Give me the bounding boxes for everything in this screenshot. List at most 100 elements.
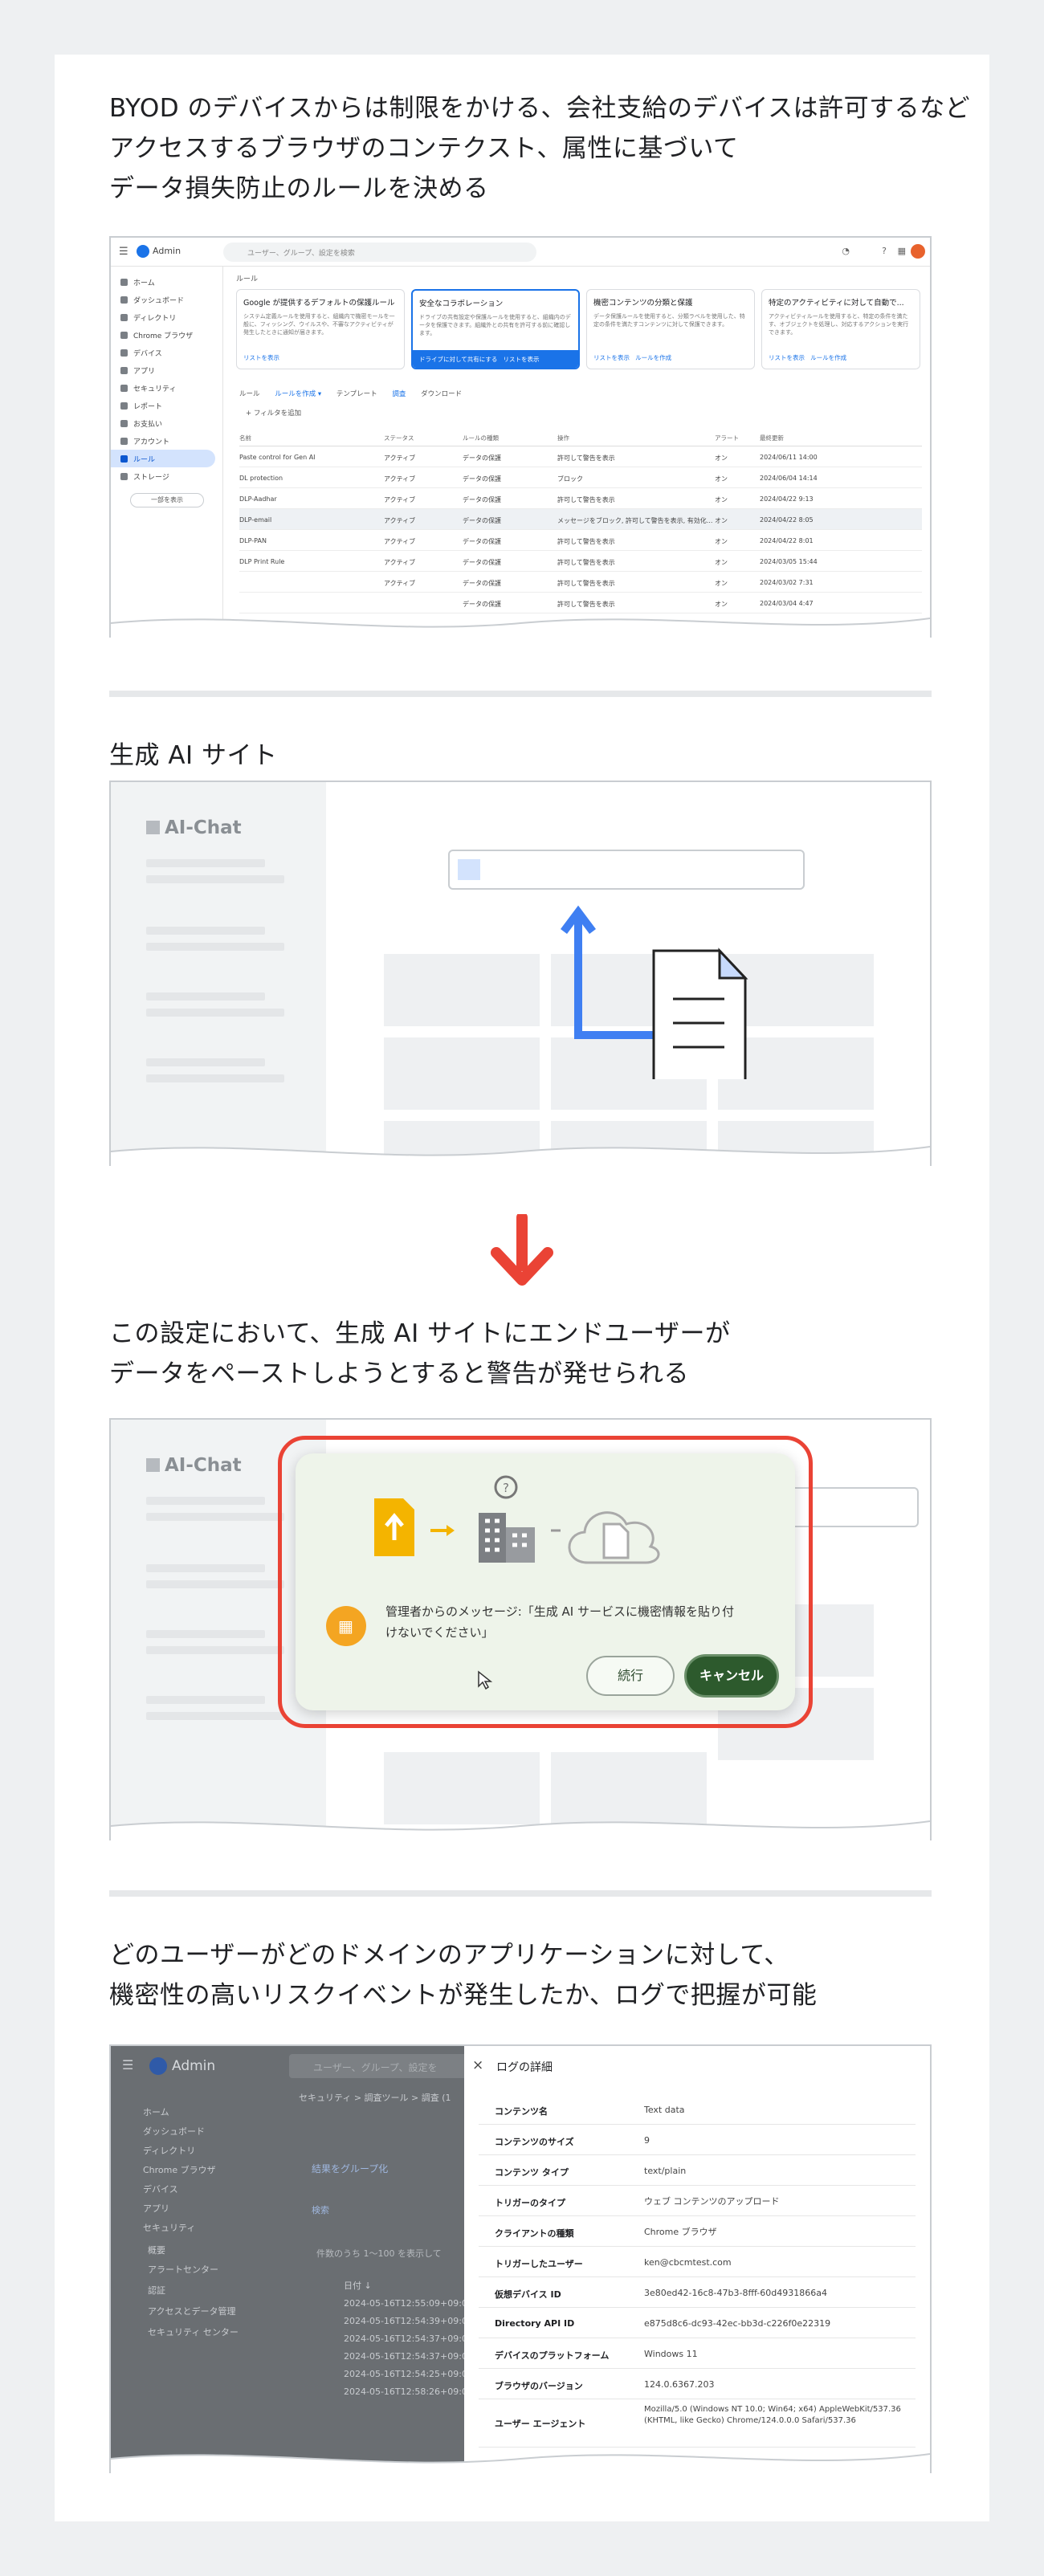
continue-button[interactable]: 続行 xyxy=(586,1656,675,1696)
section-divider xyxy=(109,691,932,697)
sidebar-item-account[interactable]: アカウント xyxy=(111,432,222,450)
table-row[interactable]: アクティブ データの保護 許可して警告を表示 オン 2024/03/02 7:31 xyxy=(239,572,922,593)
table-row[interactable]: DL protection アクティブ データの保護 ブロック オン 2024/06/04… xyxy=(239,467,922,488)
sidebar-item-security[interactable]: セキュリティ xyxy=(111,379,222,397)
collaboration-action-button[interactable]: ドライブに対して共有にする リストを表示 xyxy=(413,350,578,368)
file-upload-icon xyxy=(374,1498,414,1556)
chat-input[interactable] xyxy=(448,850,805,890)
help-icon[interactable]: ? xyxy=(882,246,887,256)
rule-card-collaboration[interactable]: 安全なコラボレーション ドライブの共有設定や保護ルールを使用すると、組織内のデー… xyxy=(411,289,580,369)
torn-edge xyxy=(111,1820,930,1840)
admin-logo-icon xyxy=(149,2057,167,2075)
admin-breadcrumb: ルール xyxy=(236,275,259,283)
dialog-message: 管理者からのメッセージ:「生成 AI サービスに機密情報を貼り付けないでください… xyxy=(385,1604,734,1640)
ai-chat-warning-screenshot: AI-Chat ? ▦ 管理者からのメッセージ:「生成 AI サービスに機密情報… xyxy=(109,1418,932,1840)
log-detail-row: 仮想デバイス ID 3e80ed42-16c8-47b3-8fff-60d4931… xyxy=(479,2277,916,2308)
log-detail-row: コンテンツ名 Text data xyxy=(479,2094,916,2125)
sidebar-item-storage[interactable]: ストレージ xyxy=(111,467,222,485)
table-row[interactable]: Paste control for Gen AI アクティブ データの保護 許可して警… xyxy=(239,446,922,467)
log-detail-row: クライアントの種類 Chrome ブラウザ xyxy=(479,2216,916,2247)
section-heading-genai-site: 生成 AI サイト xyxy=(109,741,278,770)
tab-create-rule[interactable]: ルールを作成 ▾ xyxy=(275,390,321,398)
log-breadcrumb: セキュリティ > 調査ツール > 調査 (1 xyxy=(299,2093,451,2103)
avatar[interactable] xyxy=(911,244,925,259)
tab-rules[interactable]: ルール xyxy=(239,390,260,398)
sidebar-item-home[interactable]: ホーム xyxy=(111,273,222,291)
log-detail-row: デバイスのプラットフォーム Windows 11 xyxy=(479,2338,916,2369)
table-row[interactable]: DLP-email アクティブ データの保護 メッセージをブロック, 許可して警告を表… xyxy=(239,509,922,530)
log-date: 2024-05-16T12:58:26+09:00 xyxy=(344,2386,473,2397)
log-date: 2024-05-16T12:54:37+09:00 xyxy=(344,2333,473,2344)
sidebar-item-reports[interactable]: レポート xyxy=(111,397,222,414)
bell-icon[interactable]: ◔ xyxy=(842,246,850,256)
section-heading-paste-warning: この設定において、生成 AI サイトにエンドユーザーが データをペーストしようと… xyxy=(109,1319,731,1388)
document-icon xyxy=(652,948,748,1079)
search-label: 検索 xyxy=(312,2205,329,2215)
sidebar-item-billing[interactable]: お支払い xyxy=(111,414,222,432)
section-heading-dlp-rules: BYOD のデバイスからは制限をかける、会社支給のデバイスは許可するなど アクセ… xyxy=(109,94,971,203)
section-heading-log: どのユーザーがどのドメインのアプリケーションに対して、 機密性の高いリスクイベン… xyxy=(109,1941,818,2010)
paste-warning-dialog: ? ▦ 管理者からのメッセージ:「生成 AI サービスに機密情報を貼り付けないで… xyxy=(296,1453,795,1710)
admin-logo-icon xyxy=(137,245,149,258)
sidebar-item-directory[interactable]: ディレクトリ xyxy=(111,308,222,326)
sidebar-more-button[interactable]: 一部を表示 xyxy=(130,493,204,507)
torn-edge xyxy=(111,618,930,638)
torn-edge xyxy=(111,2453,930,2473)
cloud-icon xyxy=(568,1511,660,1564)
ai-chat-logo: AI-Chat xyxy=(146,1455,242,1476)
section-divider xyxy=(109,1890,932,1897)
log-date: 2024-05-16T12:54:39+09:00 xyxy=(344,2316,473,2326)
close-icon[interactable]: × xyxy=(472,2057,483,2073)
torn-edge xyxy=(111,1146,930,1166)
mouse-cursor-icon xyxy=(478,1670,493,1690)
svg-text:?: ? xyxy=(503,1481,509,1495)
add-filter-button[interactable]: + フィルタを追加 xyxy=(246,408,301,418)
down-arrow-icon xyxy=(491,1214,553,1286)
log-panel-title: ログの詳細 xyxy=(496,2061,553,2074)
log-date: 2024-05-16T12:54:37+09:00 xyxy=(344,2351,473,2362)
log-date: 2024-05-16T12:55:09+09:00 xyxy=(344,2298,473,2309)
sidebar-item-rules[interactable]: ルール xyxy=(111,450,215,467)
admin-brand: Admin xyxy=(153,246,181,256)
dimmed-admin-background: ☰ Admin ユーザー、グループ、設定を ホーム ダッシュボード ディレクトリ… xyxy=(111,2046,474,2473)
log-search-input: ユーザー、グループ、設定を xyxy=(289,2054,474,2078)
admin-top-bar: ☰ Admin ユーザー、グループ、設定を検索 ◔ ? ▦ xyxy=(111,238,930,267)
log-detail-row: コンテンツのサイズ 9 xyxy=(479,2125,916,2155)
sidebar-item-apps[interactable]: アプリ xyxy=(111,361,222,379)
admin-tabs: ルール ルールを作成 ▾ テンプレート 調査 ダウンロード xyxy=(239,389,462,398)
sidebar-item-dashboard[interactable]: ダッシュボード xyxy=(111,291,222,308)
table-row[interactable]: DLP Print Rule アクティブ データの保護 許可して警告を表示 オン 2024… xyxy=(239,551,922,572)
group-results-link: 結果をグループ化 xyxy=(312,2163,389,2175)
ai-chat-sidebar: AI-Chat xyxy=(111,782,326,1166)
admin-sidebar: ホーム ダッシュボード ディレクトリ Chrome ブラウザ デバイス アプリ … xyxy=(111,267,223,638)
log-details-panel: × ログの詳細 コンテンツ名 Text data コンテンツのサイズ 9 コンテンツ… xyxy=(464,2046,930,2473)
admin-search-input[interactable]: ユーザー、グループ、設定を検索 xyxy=(223,243,536,262)
log-detail-row: コンテンツ タイプ text/plain xyxy=(479,2155,916,2186)
menu-icon[interactable]: ☰ xyxy=(119,246,128,258)
tab-templates[interactable]: テンプレート xyxy=(336,390,377,398)
menu-icon: ☰ xyxy=(122,2057,134,2073)
sidebar-item-chrome[interactable]: Chrome ブラウザ xyxy=(111,326,222,344)
tab-download[interactable]: ダウンロード xyxy=(421,390,462,398)
ai-chat-logo: AI-Chat xyxy=(146,817,242,838)
apps-icon[interactable]: ▦ xyxy=(898,246,906,256)
rule-card-activity[interactable]: 特定のアクティビティに対して自動で... アクティビティルールを使用すると、特定… xyxy=(761,289,920,369)
log-detail-row: ユーザー エージェント Mozilla/5.0 (Windows NT 10.0;… xyxy=(479,2399,916,2448)
table-row[interactable]: DLP-Aadhar アクティブ データの保護 許可して警告を表示 オン 2024/04/… xyxy=(239,488,922,509)
paste-upload-illustration xyxy=(561,905,748,1079)
rule-card-default[interactable]: Google が提供するデフォルトの保護ルール システム定義ルールを使用すると、… xyxy=(236,289,405,369)
sidebar-item-devices[interactable]: デバイス xyxy=(111,344,222,361)
table-header: 名前 ステータス ルールの種類 操作 アラート 最終更新 xyxy=(239,427,922,446)
cancel-button[interactable]: キャンセル xyxy=(684,1654,779,1698)
tab-investigation[interactable]: 調査 xyxy=(392,390,406,398)
building-icon: ? xyxy=(479,1475,535,1563)
ai-chat-screenshot: AI-Chat xyxy=(109,781,932,1166)
table-row[interactable]: DLP-PAN アクティブ データの保護 許可して警告を表示 オン 2024/04/22 … xyxy=(239,530,922,551)
admin-rules-screenshot: ☰ Admin ユーザー、グループ、設定を検索 ◔ ? ▦ ホーム ダッシュボー… xyxy=(109,236,932,638)
log-date: 2024-05-16T12:54:25+09:00 xyxy=(344,2369,473,2379)
admin-brand: Admin xyxy=(172,2058,216,2074)
log-detail-row: トリガーのタイプ ウェブ コンテンツのアップロード xyxy=(479,2186,916,2216)
rule-card-classification[interactable]: 機密コンテンツの分類と保護 データ保護ルールを使用すると、分類ラベルを使用した、… xyxy=(586,289,755,369)
date-column-header: 日付 ↓ xyxy=(344,2280,372,2291)
admin-message-icon: ▦ xyxy=(326,1606,366,1646)
